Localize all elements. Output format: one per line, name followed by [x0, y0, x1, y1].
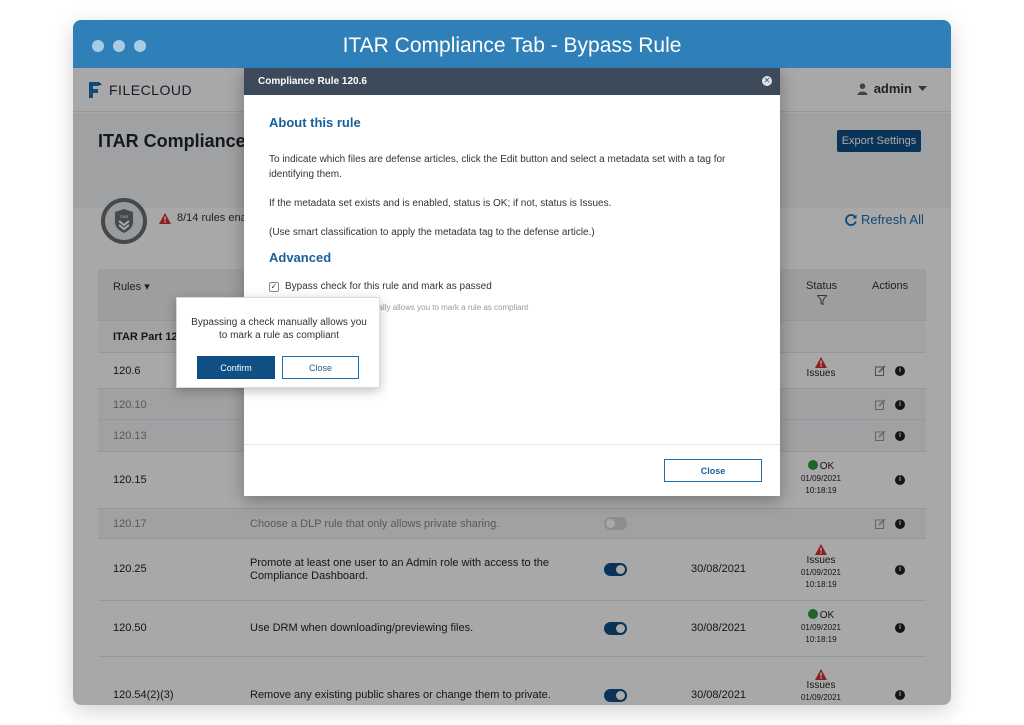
window-title: ITAR Compliance Tab - Bypass Rule — [342, 34, 682, 57]
bypass-hint: ually allows you to mark a rule as compl… — [374, 303, 529, 312]
compliance-rule-modal: Compliance Rule 120.6 ✕ About this rule … — [244, 68, 780, 496]
modal-footer: Close — [244, 444, 780, 496]
about-paragraph-3: (Use smart classification to apply the m… — [269, 227, 595, 238]
bypass-confirm-popover: Bypassing a check manually allows you to… — [176, 297, 380, 388]
confirm-button[interactable]: Confirm — [197, 356, 275, 379]
about-paragraph-2: If the metadata set exists and is enable… — [269, 198, 612, 209]
app-area: FILECLOUD admin ▸| ITAR Compliance Expor… — [73, 68, 951, 705]
modal-title: Compliance Rule 120.6 — [258, 76, 367, 87]
advanced-heading: Advanced — [269, 250, 332, 265]
checkbox-checked-icon[interactable]: ✓ — [269, 281, 279, 292]
popover-close-button[interactable]: Close — [282, 356, 359, 379]
window-titlebar: ITAR Compliance Tab - Bypass Rule — [73, 20, 951, 68]
bypass-check-option[interactable]: ✓ Bypass check for this rule and mark as… — [269, 281, 492, 292]
popover-message: Bypassing a check manually allows you to… — [191, 317, 367, 341]
modal-header: Compliance Rule 120.6 ✕ — [244, 68, 780, 95]
window-frame: ITAR Compliance Tab - Bypass Rule FILECL… — [73, 20, 951, 705]
modal-close-button[interactable]: Close — [664, 459, 762, 482]
close-icon[interactable]: ✕ — [762, 76, 772, 86]
about-paragraph-1: To indicate which files are defense arti… — [269, 154, 726, 180]
bypass-label: Bypass check for this rule and mark as p… — [285, 281, 492, 292]
about-heading: About this rule — [269, 115, 361, 130]
